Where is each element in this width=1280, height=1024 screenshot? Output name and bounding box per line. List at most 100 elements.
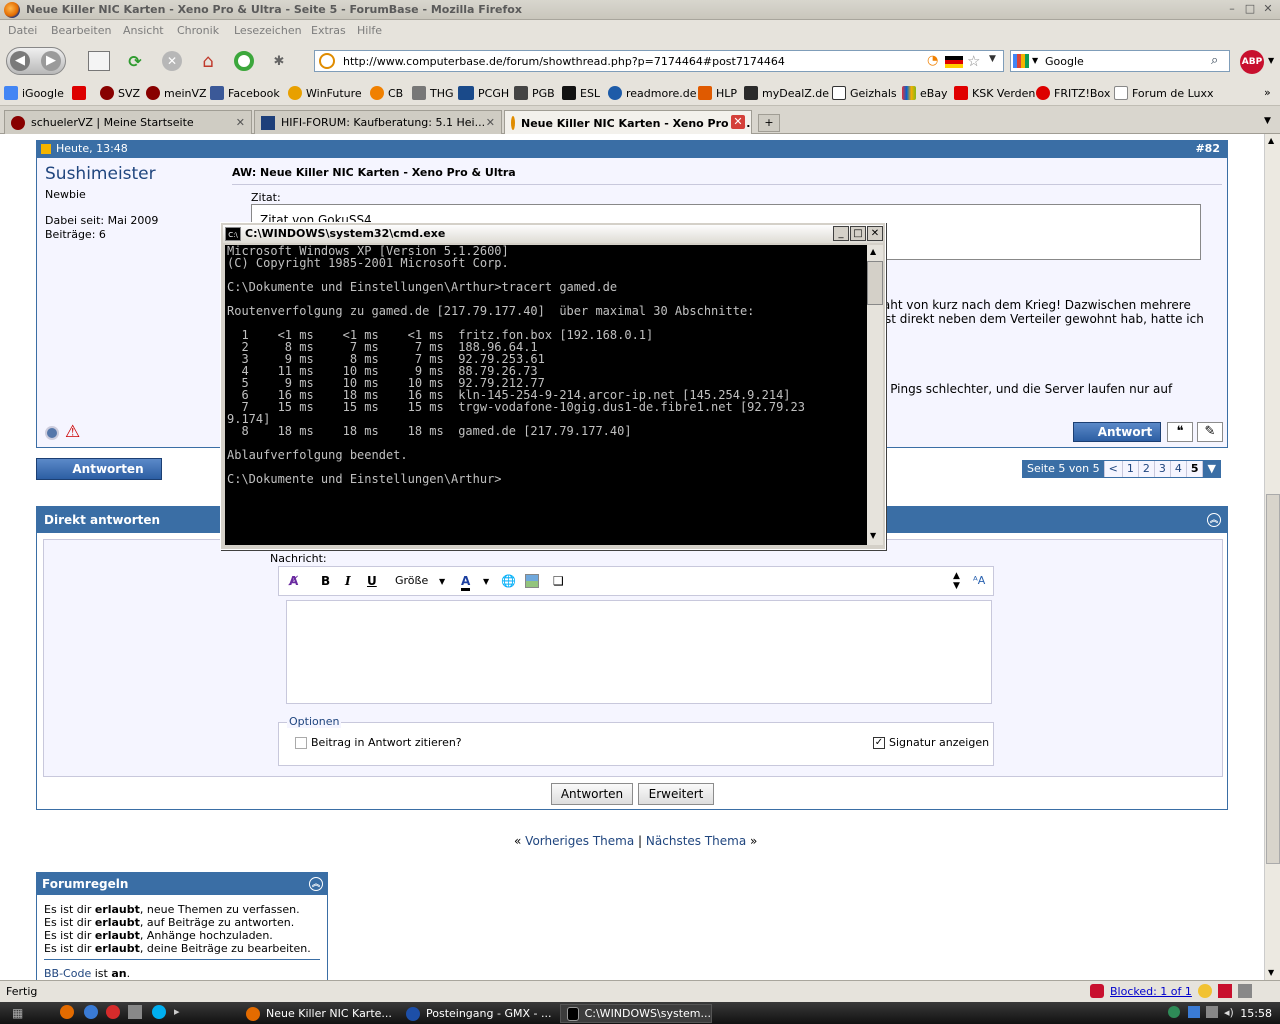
bookmark-cb[interactable]: CB [370, 86, 403, 100]
search-input[interactable]: Google [1045, 55, 1084, 68]
next-thread-link[interactable]: Nächstes Thema [646, 834, 746, 848]
stop-icon[interactable]: ✕ [162, 51, 182, 71]
cmd-scrollbar-thumb[interactable] [867, 261, 883, 305]
cmd-close-button[interactable]: ✕ [867, 226, 883, 241]
bookmark-mydealz[interactable]: myDealZ.de [744, 86, 829, 100]
star-icon[interactable]: ☆ [967, 52, 980, 70]
tab-killer-nic[interactable]: Neue Killer NIC Karten - Xeno Pro &... ✕ [504, 110, 752, 135]
quote-insert-icon[interactable]: ❑ [553, 574, 564, 588]
new-window-icon[interactable] [88, 51, 110, 71]
page-scrollbar[interactable]: ▲ ▼ [1264, 134, 1280, 980]
addon2-icon[interactable] [1238, 984, 1252, 998]
collapse-icon[interactable]: ︽ [1207, 513, 1221, 527]
url-dropdown-icon[interactable]: ▼ [989, 54, 996, 64]
cmd-minimize-button[interactable]: _ [833, 226, 849, 241]
link-icon[interactable]: 🌐 [501, 574, 516, 588]
adblock-icon[interactable]: ABP [1240, 50, 1264, 74]
tray-icon[interactable] [1168, 1006, 1180, 1018]
post-username[interactable]: Sushimeister [45, 164, 156, 184]
quote-checkbox[interactable] [295, 737, 307, 749]
bookmark-forum-de-luxx[interactable]: Forum de Luxx [1114, 86, 1214, 100]
cmd-window[interactable]: C:\ C:\WINDOWS\system32\cmd.exe _ □ ✕ Mi… [220, 222, 886, 550]
firefox-quicklaunch-icon[interactable] [60, 1005, 74, 1019]
scroll-up-icon[interactable]: ▲ [870, 247, 876, 256]
cmd-scrollbar[interactable]: ▲ ▼ [867, 245, 883, 545]
report-icon[interactable]: ⚠ [65, 422, 80, 442]
url-text[interactable]: http://www.computerbase.de/forum/showthr… [343, 55, 785, 68]
bookmark-svz-label[interactable]: SVZ [100, 86, 140, 100]
bookmark-ebay[interactable]: eBay [902, 86, 948, 100]
bold-icon[interactable]: B [321, 574, 330, 588]
menu-chronik[interactable]: Chronik [177, 24, 219, 37]
console-output[interactable]: Microsoft Windows XP [Version 5.1.2600] … [225, 245, 867, 545]
resize-icon[interactable]: ▲ ▼ [953, 571, 960, 591]
bookmark-esl[interactable]: ESL [562, 86, 600, 100]
bookmark-facebook[interactable]: Facebook [210, 86, 280, 100]
tab-hifi-forum[interactable]: HIFI-FORUM: Kaufberatung: 5.1 Hei... ✕ [254, 110, 502, 134]
size-dropdown-icon[interactable]: ▼ [439, 577, 445, 586]
quicklaunch-icon[interactable] [128, 1005, 142, 1019]
tab-close-icon[interactable]: ✕ [236, 116, 245, 129]
url-bar[interactable]: http://www.computerbase.de/forum/showthr… [314, 50, 1004, 72]
taskbar-gmx[interactable]: Posteingang - GMX - ... [400, 1004, 552, 1023]
taskbar-cmd[interactable]: C:\WINDOWS\system... [560, 1004, 712, 1023]
prev-thread-link[interactable]: Vorheriges Thema [525, 834, 634, 848]
page-prev[interactable]: < [1105, 461, 1123, 477]
image-icon[interactable] [525, 574, 539, 588]
flag-de-icon[interactable] [945, 56, 963, 68]
bookmark-igoogle[interactable]: iGoogle [4, 86, 64, 100]
menu-lesezeichen[interactable]: Lesezeichen [234, 24, 302, 37]
bookmark-pcgh[interactable]: PCGH [458, 86, 509, 100]
bookmark-ksk[interactable]: KSK Verden [954, 86, 1035, 100]
quicklaunch-more-icon[interactable]: ▸ [174, 1005, 180, 1018]
scroll-down-icon[interactable]: ▼ [870, 531, 876, 540]
message-textarea[interactable] [286, 600, 992, 704]
bookmark-thg[interactable]: THG [412, 86, 454, 100]
multiquote-icon[interactable]: ❝ [1167, 422, 1193, 442]
quote-icon[interactable]: ✎ [1197, 422, 1223, 442]
reload-icon[interactable]: ⟳ [124, 50, 146, 72]
menu-hilfe[interactable]: Hilfe [357, 24, 382, 37]
tab-schuelervz[interactable]: schuelerVZ | Meine Startseite ✕ [4, 110, 252, 134]
page-link-4[interactable]: 4 [1171, 461, 1187, 477]
cmd-maximize-button[interactable]: □ [850, 226, 866, 241]
taskbar-firefox[interactable]: Neue Killer NIC Karte... [240, 1004, 392, 1023]
color-dropdown-icon[interactable]: ▼ [483, 577, 489, 586]
page-link-3[interactable]: 3 [1155, 461, 1171, 477]
maximize-button[interactable]: □ [1242, 2, 1258, 16]
search-bar[interactable]: ▼ Google ⌕ [1010, 50, 1230, 72]
scrollbar-thumb[interactable] [1266, 494, 1280, 864]
menu-bearbeiten[interactable]: Bearbeiten [51, 24, 111, 37]
underline-icon[interactable]: U [367, 574, 377, 588]
engine-dropdown-icon[interactable]: ▼ [1032, 56, 1038, 65]
remove-format-icon[interactable]: A̸ [289, 574, 298, 588]
green-search-icon[interactable] [234, 51, 254, 71]
bookmark-readmore[interactable]: readmore.de [608, 86, 697, 100]
skype-icon[interactable] [152, 1005, 166, 1019]
scroll-up-icon[interactable]: ▲ [1268, 136, 1274, 145]
network-icon[interactable] [1206, 1006, 1218, 1018]
addon-icon[interactable] [1218, 984, 1232, 998]
bookmark-hlp[interactable]: HLP [698, 86, 737, 100]
tab-close-icon[interactable]: ✕ [486, 116, 495, 129]
start-icon[interactable]: ▦ [12, 1006, 23, 1020]
advanced-reply-button[interactable]: Erweitert [638, 783, 714, 805]
quicklaunch-icon[interactable] [84, 1005, 98, 1019]
abp-dropdown-icon[interactable]: ▼ [1268, 56, 1274, 65]
page-link-1[interactable]: 1 [1123, 461, 1139, 477]
switch-mode-icon[interactable]: ᴬA [973, 574, 985, 587]
bookmark-svz[interactable] [72, 86, 86, 100]
page-link-2[interactable]: 2 [1139, 461, 1155, 477]
font-size-select[interactable]: Größe [395, 574, 428, 587]
volume-icon[interactable]: ◂) [1224, 1006, 1234, 1019]
forward-icon[interactable]: ▶ [41, 51, 61, 71]
adblock-status-icon[interactable] [1090, 984, 1104, 998]
clock[interactable]: 15:58 [1240, 1007, 1272, 1020]
bookmarks-overflow-icon[interactable]: » [1264, 86, 1271, 99]
collapse-icon[interactable]: ︽ [309, 877, 323, 891]
new-tab-icon[interactable]: + [758, 114, 780, 132]
menu-extras[interactable]: Extras [311, 24, 346, 37]
smiley-icon[interactable] [1198, 984, 1212, 998]
bookmark-fritzbox[interactable]: FRITZ!Box [1036, 86, 1110, 100]
reply-button[interactable]: Antwort [1073, 422, 1161, 442]
